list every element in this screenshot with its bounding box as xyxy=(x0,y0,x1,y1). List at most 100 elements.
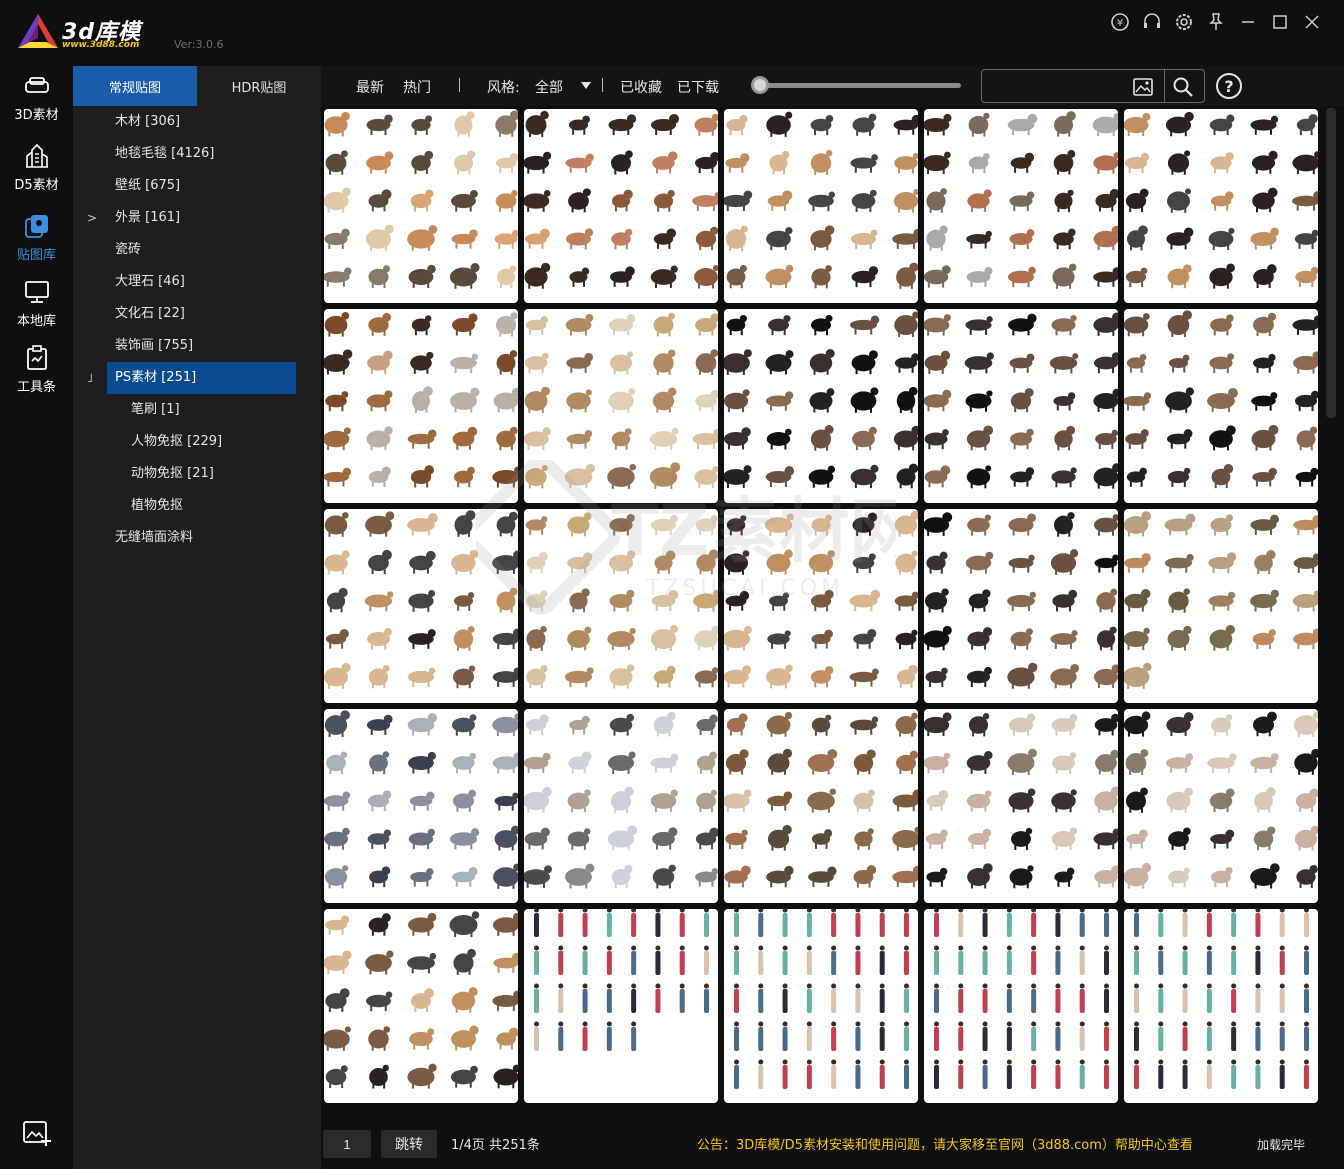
expand-corner-icon[interactable]: ˩ xyxy=(87,362,93,394)
maximize-icon[interactable] xyxy=(1264,10,1296,34)
texture-thumbnail[interactable] xyxy=(724,109,918,303)
category-label: 动物免抠 [21] xyxy=(131,466,214,481)
texture-thumbnail[interactable] xyxy=(1124,709,1318,903)
texture-thumbnail[interactable] xyxy=(524,509,718,703)
texture-thumbnail[interactable] xyxy=(324,709,518,903)
category-item[interactable]: 壁纸 [675] xyxy=(73,170,321,202)
headset-icon[interactable] xyxy=(1136,10,1168,34)
texture-thumbnail[interactable] xyxy=(924,709,1118,903)
texture-thumbnail[interactable] xyxy=(524,309,718,503)
coin-icon[interactable]: ¥ xyxy=(1104,10,1136,34)
category-item[interactable]: 装饰画 [755] xyxy=(73,330,321,362)
close-icon[interactable] xyxy=(1296,10,1328,34)
clipboard-icon xyxy=(26,345,47,370)
thumbnail-image xyxy=(724,511,918,689)
category-item[interactable]: 瓷砖 xyxy=(73,234,321,266)
title-bar: 3d库模 www.3d88.com Ver:3.0.6 ¥ xyxy=(0,0,1344,66)
announcement-text[interactable]: 公告：3D库模/D5素材安装和使用问题，请大家移至官网（3d88.com）帮助中… xyxy=(697,1134,1207,1153)
category-item[interactable]: ˩ PS素材 [251] xyxy=(87,362,296,394)
rail-item-local[interactable]: 本地库 xyxy=(0,278,73,338)
category-label: 壁纸 [675] xyxy=(115,178,181,193)
thumbnail-image xyxy=(534,909,709,1051)
category-item[interactable]: 动物免抠 [21] xyxy=(73,458,321,490)
texture-thumbnail[interactable] xyxy=(524,109,718,303)
category-label: 地毯毛毯 [4126] xyxy=(115,146,215,161)
search-input[interactable] xyxy=(990,76,1130,96)
zoom-slider-handle[interactable] xyxy=(751,76,769,94)
category-label: 大理石 [46] xyxy=(115,274,185,289)
thumbnail-image xyxy=(324,110,518,289)
search-icon[interactable] xyxy=(1172,76,1194,98)
category-item[interactable]: 无缝墙面涂料 xyxy=(73,522,321,554)
thumbnail-image xyxy=(524,110,718,289)
thumbnail-image xyxy=(324,311,518,488)
texture-thumbnail[interactable] xyxy=(724,309,918,503)
jump-button[interactable]: 跳转 xyxy=(381,1130,437,1158)
texture-thumbnail[interactable] xyxy=(324,309,518,503)
thumbnail-image xyxy=(1124,511,1318,689)
tab-hdr-textures[interactable]: HDR贴图 xyxy=(197,66,321,106)
filter-favorited[interactable]: 已收藏 xyxy=(620,77,662,97)
rail-item-label: 本地库 xyxy=(16,314,56,329)
gear-icon[interactable] xyxy=(1168,10,1200,34)
help-icon[interactable]: ? xyxy=(1216,73,1242,99)
category-panel: 常规贴图 HDR贴图 木材 [306] 地毯毛毯 [4126] 壁纸 [675] > 外… xyxy=(73,66,321,1169)
rail-item-label: 贴图库 xyxy=(16,248,56,263)
rail-item-textures[interactable]: 贴图库 xyxy=(0,212,73,272)
rail-item-label: D5素材 xyxy=(14,178,59,193)
rail-item-3d[interactable]: 3D素材 xyxy=(0,72,73,132)
rail-item-tools[interactable]: 工具条 xyxy=(0,344,73,404)
search-box xyxy=(981,69,1205,103)
toolbar-divider xyxy=(459,78,460,92)
sofa-icon xyxy=(24,77,49,93)
category-item[interactable]: > 外景 [161] xyxy=(73,202,321,234)
thumbnail-image xyxy=(1124,111,1318,289)
texture-thumbnail[interactable] xyxy=(724,909,918,1103)
category-item[interactable]: 植物免抠 xyxy=(73,490,321,522)
texture-thumbnail[interactable] xyxy=(724,709,918,903)
texture-thumbnail[interactable] xyxy=(324,109,518,303)
thumbnail-image xyxy=(924,512,1118,689)
filter-downloaded[interactable]: 已下载 xyxy=(677,77,719,97)
style-dropdown[interactable]: 全部 xyxy=(535,77,563,97)
texture-thumbnail[interactable] xyxy=(524,709,718,903)
texture-thumbnail[interactable] xyxy=(924,909,1118,1103)
category-item[interactable]: 大理石 [46] xyxy=(73,266,321,298)
thumbnail-image xyxy=(324,911,518,1089)
category-item[interactable]: 地毯毛毯 [4126] xyxy=(73,138,321,170)
texture-thumbnail[interactable] xyxy=(1124,509,1318,703)
page-number-input[interactable] xyxy=(323,1130,371,1158)
image-search-icon[interactable] xyxy=(1132,77,1154,97)
rail-item-d5[interactable]: D5素材 xyxy=(0,142,73,202)
texture-thumbnail[interactable] xyxy=(524,909,718,1103)
thumbnail-image xyxy=(324,710,518,889)
zoom-slider-track[interactable] xyxy=(761,83,961,88)
texture-thumbnail[interactable] xyxy=(924,109,1118,303)
chevron-down-icon[interactable] xyxy=(581,82,591,90)
logo-url: www.3d88.com xyxy=(62,40,140,50)
texture-thumbnail[interactable] xyxy=(924,509,1118,703)
thumbnail-image xyxy=(724,711,918,888)
texture-thumbnail[interactable] xyxy=(1124,109,1318,303)
image-add-icon[interactable] xyxy=(22,1118,52,1148)
texture-thumbnail[interactable] xyxy=(1124,309,1318,503)
scrollbar-thumb[interactable] xyxy=(1326,108,1336,418)
texture-thumbnail[interactable] xyxy=(924,309,1118,503)
pin-icon[interactable] xyxy=(1200,10,1232,34)
texture-thumbnail[interactable] xyxy=(724,509,918,703)
thumbnail-image xyxy=(924,111,1118,289)
category-item[interactable]: 人物免抠 [229] xyxy=(73,426,321,458)
minimize-icon[interactable] xyxy=(1232,10,1264,34)
texture-thumbnail[interactable] xyxy=(324,509,518,703)
chevron-right-icon[interactable]: > xyxy=(87,202,97,234)
category-item[interactable]: 文化石 [22] xyxy=(73,298,321,330)
category-item[interactable]: 笔刷 [1] xyxy=(73,394,321,426)
category-list: 木材 [306] 地毯毛毯 [4126] 壁纸 [675] > 外景 [161] 瓷砖大理… xyxy=(73,106,321,554)
texture-thumbnail[interactable] xyxy=(1124,909,1318,1103)
category-label: 外景 [161] xyxy=(115,210,181,225)
sort-popular[interactable]: 热门 xyxy=(403,77,431,97)
texture-thumbnail[interactable] xyxy=(324,909,518,1103)
tab-regular-textures[interactable]: 常规贴图 xyxy=(73,66,197,106)
category-item[interactable]: 木材 [306] xyxy=(73,106,321,138)
sort-latest[interactable]: 最新 xyxy=(356,77,384,97)
